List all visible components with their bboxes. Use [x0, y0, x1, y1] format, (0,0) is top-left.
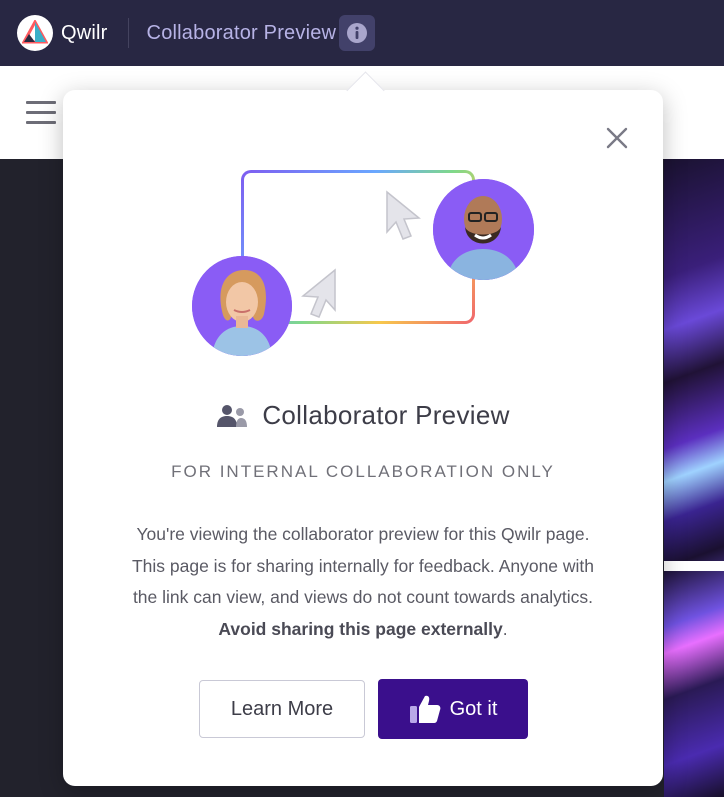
brand-logo[interactable]: Qwilr — [17, 15, 108, 51]
body-line: This page is for sharing internally for … — [131, 555, 595, 576]
brand-name: Qwilr — [61, 21, 108, 44]
people-icon — [217, 404, 248, 427]
close-button[interactable] — [605, 126, 629, 150]
top-bar: Qwilr Collaborator Preview — [0, 0, 724, 66]
info-icon — [347, 23, 368, 43]
collaboration-illustration — [191, 170, 536, 360]
header-divider — [127, 18, 129, 48]
close-icon — [606, 127, 628, 149]
dialog-title-row: Collaborator Preview — [63, 400, 663, 431]
body-line: the link can view, and views do not coun… — [132, 587, 594, 607]
dialog-subtitle: FOR INTERNAL COLLABORATION ONLY — [171, 462, 555, 481]
got-it-label: Got it — [449, 697, 498, 720]
dialog-body: You're viewing the collaborator preview … — [103, 519, 623, 645]
info-button[interactable] — [339, 15, 376, 51]
preview-mode-title: Collaborator Preview — [146, 21, 337, 44]
dialog-title: Collaborator Preview — [262, 400, 510, 430]
body-end: . — [502, 618, 508, 639]
got-it-button[interactable]: Got it — [378, 679, 528, 739]
background-artwork — [664, 159, 724, 797]
collaborator-avatar — [192, 256, 292, 356]
learn-more-button[interactable]: Learn More — [199, 680, 365, 738]
body-warning: Avoid sharing this page externally — [218, 618, 503, 639]
cursor-pointer-icon — [386, 190, 421, 240]
cursor-pointer-icon — [301, 268, 336, 318]
qwilr-logo-icon — [17, 15, 53, 51]
collaborator-avatar — [433, 179, 534, 280]
hamburger-menu-icon[interactable] — [26, 101, 56, 125]
thumbs-up-icon — [409, 695, 440, 723]
body-line: You're viewing the collaborator preview … — [136, 524, 590, 544]
collaborator-preview-dialog: Collaborator Preview FOR INTERNAL COLLAB… — [63, 90, 663, 786]
